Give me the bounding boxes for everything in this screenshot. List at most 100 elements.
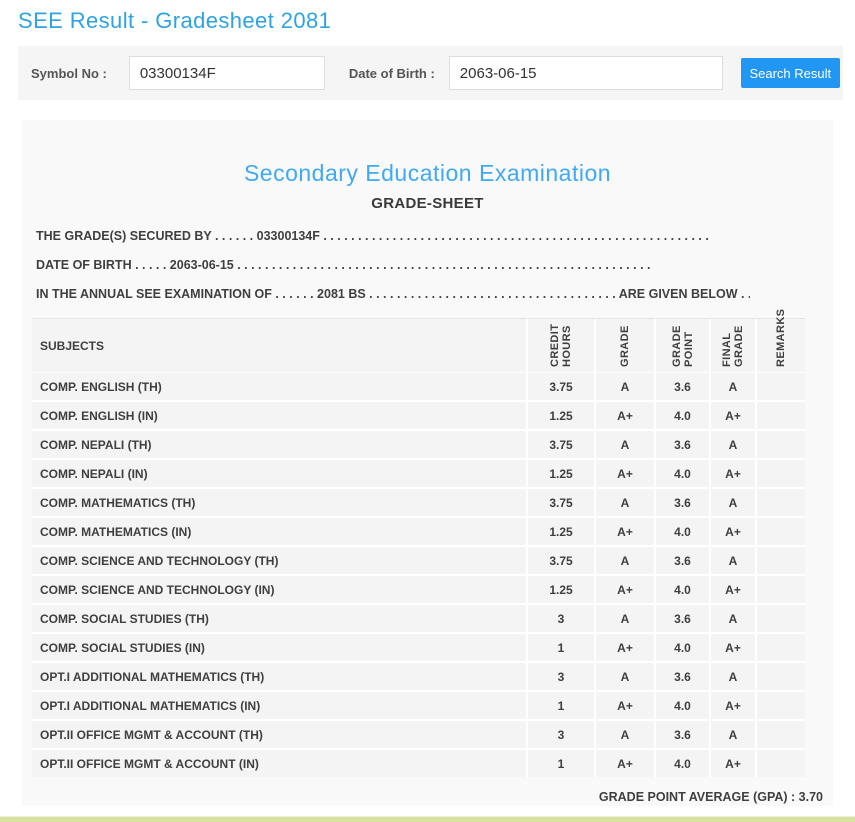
search-result-button[interactable]: Search Result [741, 58, 840, 88]
column-header-grade-point: GRADE POINT [656, 319, 709, 372]
final-grade-cell: A+ [711, 634, 755, 661]
remarks-cell [757, 634, 805, 661]
grade-point-header-label: GRADE POINT [671, 319, 695, 367]
table-row: COMP. MATHEMATICS (IN) 1.25 A+ 4.0 A+ [32, 518, 805, 545]
final-grade-cell: A [711, 431, 755, 458]
remarks-cell [757, 460, 805, 487]
subject-cell: OPT.II OFFICE MGMT & ACCOUNT (IN) [32, 750, 526, 777]
table-row: COMP. SOCIAL STUDIES (IN) 1 A+ 4.0 A+ [32, 634, 805, 661]
final-grade-cell: A+ [711, 750, 755, 777]
dob-input[interactable] [449, 56, 723, 90]
subject-cell: OPT.II OFFICE MGMT & ACCOUNT (TH) [32, 721, 526, 748]
grade-cell: A [596, 663, 654, 690]
gradesheet-card: Secondary Education Examination GRADE-SH… [22, 120, 833, 806]
table-row: OPT.II OFFICE MGMT & ACCOUNT (IN) 1 A+ 4… [32, 750, 805, 777]
credit-hours-cell: 1 [528, 692, 594, 719]
subject-cell: COMP. SCIENCE AND TECHNOLOGY (IN) [32, 576, 526, 603]
search-bar: Symbol No : Date of Birth : Search Resul… [18, 46, 843, 100]
grade-point-cell: 4.0 [656, 634, 709, 661]
credit-hours-cell: 1.25 [528, 576, 594, 603]
table-row: OPT.II OFFICE MGMT & ACCOUNT (TH) 3 A 3.… [32, 721, 805, 748]
table-row: OPT.I ADDITIONAL MATHEMATICS (IN) 1 A+ 4… [32, 692, 805, 719]
final-grade-cell: A+ [711, 576, 755, 603]
table-row: COMP. NEPALI (TH) 3.75 A 3.6 A [32, 431, 805, 458]
grade-point-cell: 4.0 [656, 460, 709, 487]
table-row: COMP. MATHEMATICS (TH) 3.75 A 3.6 A [32, 489, 805, 516]
grade-point-cell: 4.0 [656, 576, 709, 603]
grade-cell: A [596, 431, 654, 458]
final-grade-cell: A [711, 605, 755, 632]
grade-point-cell: 3.6 [656, 431, 709, 458]
grades-table: SUBJECTS CREDIT HOURS GRADE GRADE POINT … [32, 318, 805, 777]
credit-hours-cell: 3 [528, 605, 594, 632]
symbol-no-input[interactable] [129, 56, 325, 90]
subject-cell: COMP. ENGLISH (TH) [32, 373, 526, 400]
table-row: COMP. SCIENCE AND TECHNOLOGY (IN) 1.25 A… [32, 576, 805, 603]
credit-hours-cell: 3 [528, 721, 594, 748]
grade-cell: A+ [596, 576, 654, 603]
gpa-total: GRADE POINT AVERAGE (GPA) : 3.70 [32, 790, 823, 804]
grade-point-cell: 4.0 [656, 692, 709, 719]
remarks-cell [757, 692, 805, 719]
grade-cell: A+ [596, 460, 654, 487]
remarks-cell [757, 547, 805, 574]
grade-cell: A [596, 489, 654, 516]
final-grade-cell: A [711, 721, 755, 748]
subjects-header-label: SUBJECTS [40, 339, 104, 353]
subject-cell: OPT.I ADDITIONAL MATHEMATICS (IN) [32, 692, 526, 719]
remarks-cell [757, 518, 805, 545]
statement-secured-by: THE GRADE(S) SECURED BY . . . . . . 0330… [36, 222, 750, 251]
statement-date-of-birth: DATE OF BIRTH . . . . . 2063-06-15 . . .… [36, 251, 750, 280]
statement-examination-year: IN THE ANNUAL SEE EXAMINATION OF . . . .… [36, 280, 750, 309]
credit-hours-cell: 3.75 [528, 373, 594, 400]
table-row: COMP. ENGLISH (IN) 1.25 A+ 4.0 A+ [32, 402, 805, 429]
subject-cell: COMP. NEPALI (TH) [32, 431, 526, 458]
credit-hours-header-label: CREDIT HOURS [549, 319, 573, 367]
subject-cell: COMP. SCIENCE AND TECHNOLOGY (TH) [32, 547, 526, 574]
final-grade-header-label: FINAL GRADE [721, 319, 745, 367]
grade-point-cell: 3.6 [656, 373, 709, 400]
subject-cell: COMP. MATHEMATICS (TH) [32, 489, 526, 516]
grade-point-cell: 3.6 [656, 547, 709, 574]
statements-block: THE GRADE(S) SECURED BY . . . . . . 0330… [36, 222, 750, 309]
subject-cell: COMP. SOCIAL STUDIES (IN) [32, 634, 526, 661]
final-grade-cell: A [711, 663, 755, 690]
remarks-cell [757, 402, 805, 429]
final-grade-cell: A [711, 547, 755, 574]
sheet-heading: Secondary Education Examination [32, 120, 823, 187]
remarks-cell [757, 489, 805, 516]
grade-point-cell: 4.0 [656, 750, 709, 777]
subject-cell: OPT.I ADDITIONAL MATHEMATICS (TH) [32, 663, 526, 690]
final-grade-cell: A+ [711, 460, 755, 487]
credit-hours-cell: 3.75 [528, 489, 594, 516]
grade-point-cell: 4.0 [656, 402, 709, 429]
table-row: COMP. NEPALI (IN) 1.25 A+ 4.0 A+ [32, 460, 805, 487]
remarks-cell [757, 605, 805, 632]
remarks-cell [757, 721, 805, 748]
subject-cell: COMP. MATHEMATICS (IN) [32, 518, 526, 545]
subject-cell: COMP. NEPALI (IN) [32, 460, 526, 487]
table-header-row: SUBJECTS CREDIT HOURS GRADE GRADE POINT … [32, 319, 805, 371]
grade-header-label: GRADE [619, 319, 631, 367]
final-grade-cell: A [711, 489, 755, 516]
sheet-subheading: GRADE-SHEET [32, 195, 823, 212]
credit-hours-cell: 1.25 [528, 402, 594, 429]
remarks-cell [757, 431, 805, 458]
grade-point-cell: 4.0 [656, 518, 709, 545]
credit-hours-cell: 1 [528, 750, 594, 777]
table-row: COMP. SCIENCE AND TECHNOLOGY (TH) 3.75 A… [32, 547, 805, 574]
column-header-grade: GRADE [596, 319, 654, 372]
final-grade-cell: A+ [711, 402, 755, 429]
grade-point-cell: 3.6 [656, 489, 709, 516]
credit-hours-cell: 1.25 [528, 460, 594, 487]
grade-cell: A+ [596, 402, 654, 429]
footer-accent-bar [0, 816, 855, 822]
column-header-remarks: REMARKS [757, 319, 805, 372]
remarks-cell [757, 576, 805, 603]
grade-cell: A [596, 721, 654, 748]
final-grade-cell: A [711, 373, 755, 400]
dob-label: Date of Birth : [349, 66, 435, 81]
grade-cell: A+ [596, 634, 654, 661]
page-title: SEE Result - Gradesheet 2081 [18, 8, 855, 34]
grade-cell: A [596, 547, 654, 574]
